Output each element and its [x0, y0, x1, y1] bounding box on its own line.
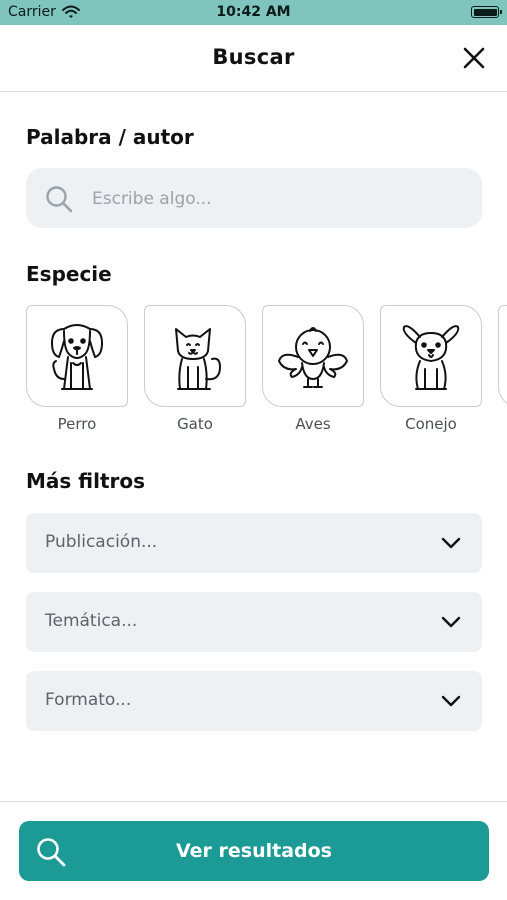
species-card[interactable]	[498, 305, 507, 407]
chevron-down-icon	[441, 695, 461, 707]
battery-icon	[471, 6, 502, 18]
status-time: 10:42 AM	[216, 4, 291, 20]
footer-divider	[0, 801, 507, 802]
rabbit-icon	[402, 325, 460, 390]
species-carousel[interactable]: Perro Gato Aves Conejo	[26, 305, 507, 435]
species-card[interactable]	[26, 305, 128, 407]
cat-icon	[175, 328, 221, 390]
chevron-down-icon	[441, 537, 461, 549]
dropdown-label: Formato...	[45, 690, 132, 710]
species-item-partial[interactable]	[498, 305, 507, 407]
status-bar: Carrier 10:42 AM	[0, 0, 507, 25]
view-results-button[interactable]: Ver resultados	[19, 821, 489, 881]
dropdown-label: Temática...	[45, 611, 138, 631]
dropdown-label: Publicación...	[45, 532, 158, 552]
species-card[interactable]	[262, 305, 364, 407]
species-label: Aves	[295, 415, 331, 433]
chevron-down-icon	[441, 616, 461, 628]
search-input[interactable]	[90, 168, 474, 230]
species-item-rabbit[interactable]: Conejo	[380, 305, 482, 433]
species-section-title: Especie	[26, 262, 112, 286]
format-dropdown[interactable]: Formato...	[26, 671, 482, 731]
species-label: Gato	[177, 415, 213, 433]
page-title: Buscar	[212, 45, 295, 69]
search-field	[26, 168, 482, 230]
search-icon	[46, 186, 73, 213]
filters-section-title: Más filtros	[26, 469, 146, 493]
species-label: Perro	[57, 415, 97, 433]
species-item-bird[interactable]: Aves	[262, 305, 364, 433]
nav-bar: Buscar	[0, 25, 507, 92]
keyword-section-title: Palabra / autor	[26, 125, 194, 149]
bird-icon	[278, 327, 348, 388]
species-label: Conejo	[405, 415, 457, 433]
view-results-label: Ver resultados	[175, 840, 332, 862]
species-item-cat[interactable]: Gato	[144, 305, 246, 433]
species-card[interactable]	[380, 305, 482, 407]
species-card[interactable]	[144, 305, 246, 407]
dog-icon	[51, 324, 103, 390]
topic-dropdown[interactable]: Temática...	[26, 592, 482, 652]
species-item-dog[interactable]: Perro	[26, 305, 128, 433]
publication-dropdown[interactable]: Publicación...	[26, 513, 482, 573]
close-icon[interactable]	[461, 45, 487, 71]
